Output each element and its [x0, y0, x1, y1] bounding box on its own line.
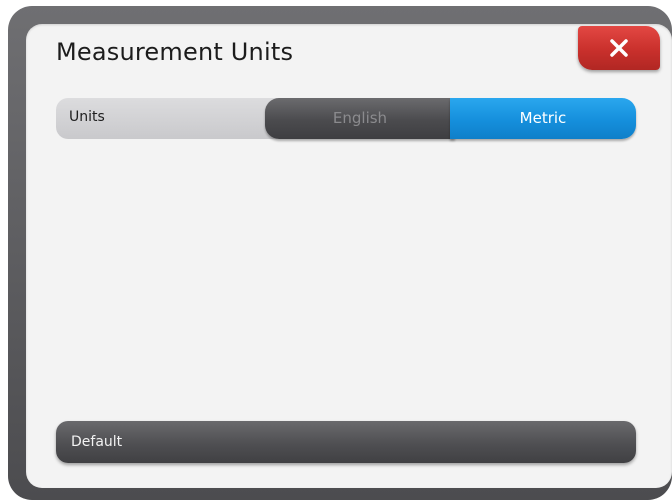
- dialog-title: Measurement Units: [56, 38, 294, 66]
- default-button[interactable]: Default: [56, 421, 636, 463]
- units-setting-row: Units English Metric: [56, 98, 636, 139]
- units-label: Units: [69, 109, 105, 125]
- units-label-area: Units: [56, 98, 286, 139]
- close-icon: [610, 39, 628, 57]
- units-option-metric[interactable]: Metric: [450, 98, 636, 139]
- units-option-english-label: English: [332, 109, 388, 127]
- units-option-metric-label: Metric: [519, 109, 567, 127]
- close-button[interactable]: [578, 26, 660, 70]
- default-button-label: Default: [71, 434, 123, 450]
- units-option-english[interactable]: English: [265, 98, 455, 139]
- dialog-panel: [26, 24, 672, 488]
